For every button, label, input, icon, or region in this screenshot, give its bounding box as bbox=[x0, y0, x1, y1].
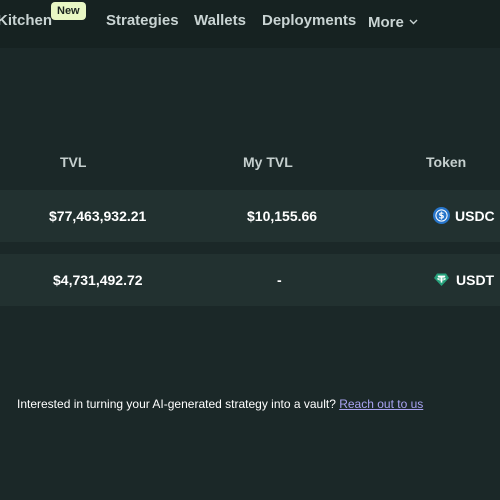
svg-text:$: $ bbox=[439, 212, 445, 222]
my-tvl-value: - bbox=[277, 272, 282, 288]
vault-cta-text: Interested in turning your AI-generated … bbox=[17, 397, 340, 411]
reach-out-link[interactable]: Reach out to us bbox=[339, 397, 423, 411]
vault-cta: Interested in turning your AI-generated … bbox=[17, 397, 423, 411]
nav-item-more[interactable]: More bbox=[368, 12, 418, 31]
new-badge: New bbox=[51, 2, 86, 20]
column-header-tvl[interactable]: TVL bbox=[60, 154, 86, 170]
nav-item-wallets-label: Wallets bbox=[194, 12, 246, 29]
table-row[interactable]: $77,463,932.21 $10,155.66 $ USDC bbox=[0, 190, 500, 242]
nav-item-wallets[interactable]: Wallets bbox=[194, 12, 246, 29]
nav-item-kitchen[interactable]: Kitchen bbox=[0, 12, 52, 29]
nav-item-deployments[interactable]: Deployments bbox=[262, 12, 356, 29]
page: Kitchen New Strategies Wallets Deploymen… bbox=[0, 0, 500, 500]
token-label: USDT bbox=[456, 272, 495, 288]
usdc-icon: $ bbox=[433, 207, 450, 224]
token-label: USDC bbox=[455, 208, 495, 224]
nav-item-deployments-label: Deployments bbox=[262, 12, 357, 29]
chevron-down-icon bbox=[409, 12, 418, 29]
usdt-icon bbox=[433, 271, 450, 288]
tvl-value: $77,463,932.21 bbox=[49, 208, 147, 224]
my-tvl-value: $10,155.66 bbox=[247, 208, 318, 224]
column-header-my-tvl[interactable]: My TVL bbox=[243, 154, 293, 170]
nav-item-more-label: More bbox=[368, 14, 404, 31]
nav-item-kitchen-label: Kitchen bbox=[0, 12, 53, 29]
nav-item-strategies[interactable]: Strategies bbox=[106, 12, 179, 29]
nav-item-strategies-label: Strategies bbox=[106, 12, 179, 29]
tvl-value: $4,731,492.72 bbox=[53, 272, 143, 288]
table-row[interactable]: $4,731,492.72 - USDT bbox=[0, 254, 500, 306]
top-nav: Kitchen New Strategies Wallets Deploymen… bbox=[0, 0, 500, 48]
column-header-token[interactable]: Token bbox=[426, 154, 466, 170]
